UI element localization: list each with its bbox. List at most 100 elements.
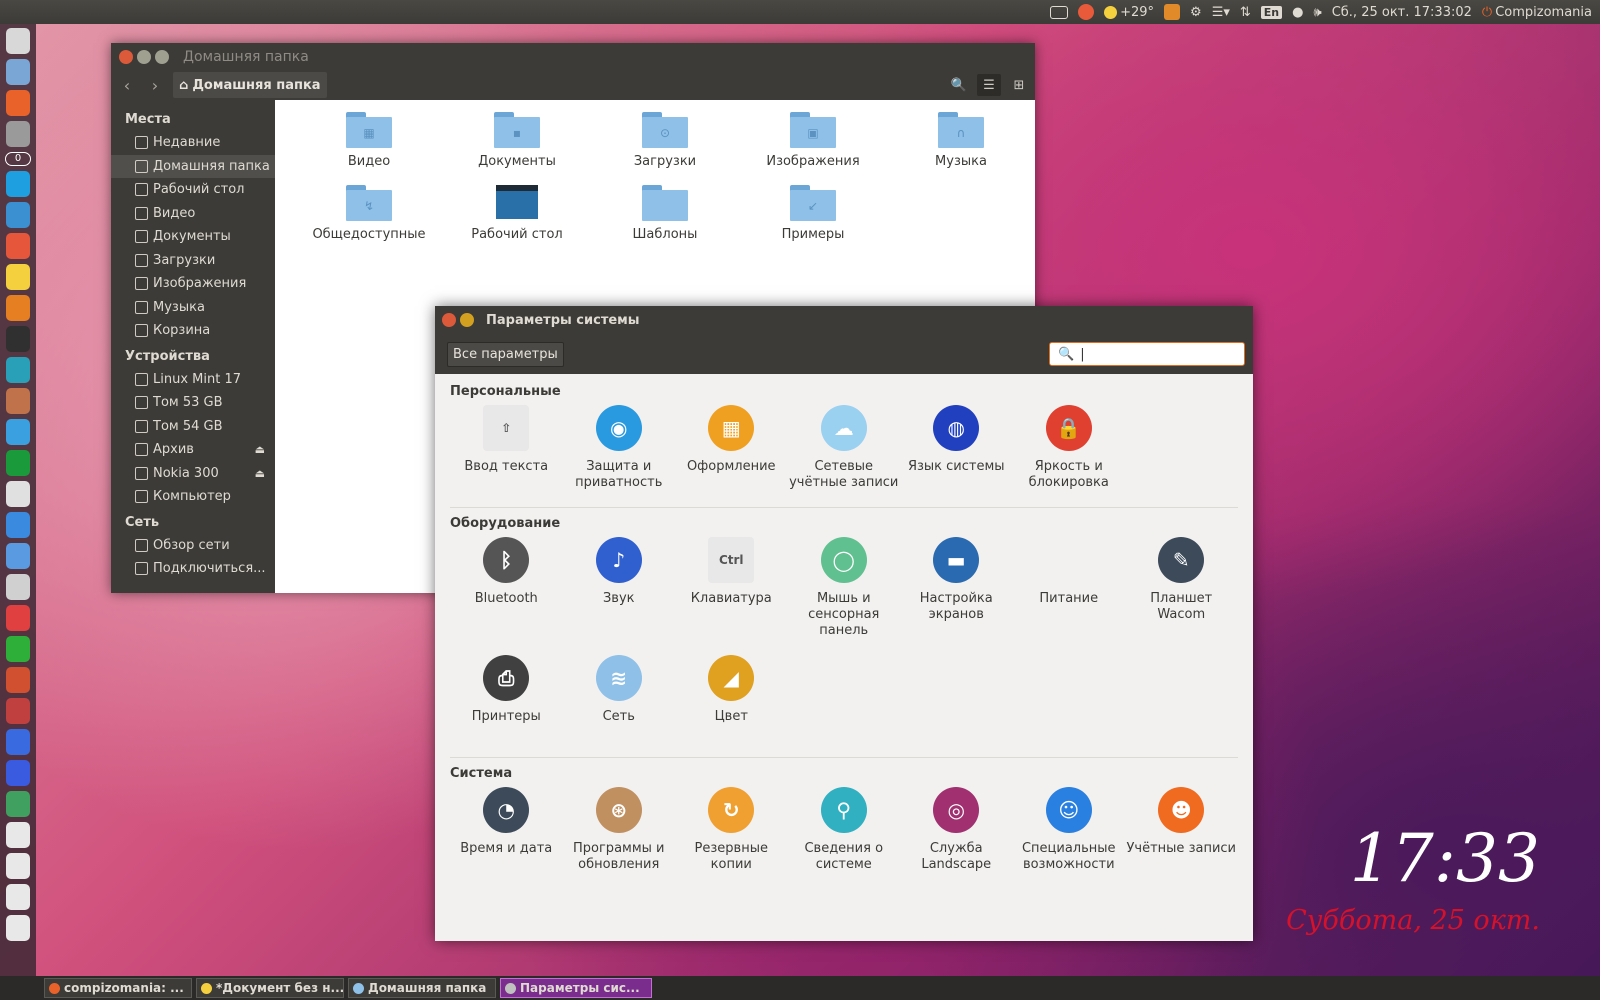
folder-item[interactable]: ∩ Музыка <box>887 112 1035 185</box>
settings-item[interactable]: ◯ Мышь и сенсорная панель <box>788 531 901 649</box>
eject-icon[interactable]: ⏏ <box>255 467 265 480</box>
launcher-app-icon[interactable] <box>6 171 30 197</box>
launcher-app-icon[interactable] <box>6 481 30 507</box>
indicator-language[interactable]: En <box>1260 5 1283 19</box>
indicator-menu[interactable]: ☰▾ <box>1212 5 1230 20</box>
launcher-app-icon[interactable] <box>6 884 30 910</box>
settings-item[interactable]: ⊛ Программы и обновления <box>563 781 676 877</box>
minimize-button[interactable] <box>460 313 474 327</box>
sidebar-item[interactable]: Документы <box>111 225 275 249</box>
folder-item[interactable]: ⊙ Загрузки <box>591 112 739 185</box>
launcher-app-icon[interactable] <box>6 636 30 662</box>
settings-item[interactable]: ⚲ Сведения о системе <box>788 781 901 877</box>
sidebar-item[interactable]: Музыка <box>111 296 275 320</box>
breadcrumb-home[interactable]: ⌂ Домашняя папка <box>173 72 327 98</box>
settings-item[interactable]: 🔒 Яркость и блокировка <box>1013 399 1126 495</box>
minimize-button[interactable] <box>137 49 151 64</box>
settings-item[interactable]: ◉ Защита и приватность <box>563 399 676 495</box>
settings-item[interactable]: ◢ Цвет <box>675 649 788 745</box>
folder-item[interactable]: ▦ Видео <box>295 112 443 185</box>
launcher-app-icon[interactable] <box>6 574 30 600</box>
settings-titlebar[interactable]: Параметры системы <box>435 306 1253 334</box>
launcher-app-icon[interactable] <box>6 605 30 631</box>
sidebar-item[interactable]: Домашняя папка <box>111 154 275 178</box>
launcher-app-icon[interactable] <box>6 512 30 538</box>
sidebar-item[interactable]: Корзина <box>111 319 275 343</box>
settings-item[interactable]: Ctrl Клавиатура <box>675 531 788 649</box>
settings-item[interactable]: ▬ Настройка экранов <box>900 531 1013 649</box>
launcher-app-icon[interactable] <box>6 729 30 755</box>
settings-item[interactable]: ≋ Сеть <box>563 649 676 745</box>
launcher-app-icon[interactable] <box>6 28 30 54</box>
sidebar-item[interactable]: Архив ⏏ <box>111 438 275 462</box>
launcher-app-icon[interactable] <box>6 295 30 321</box>
taskbar-window-button[interactable]: *Документ без н... <box>196 978 344 998</box>
taskbar-window-button[interactable]: compizomania: ... <box>44 978 192 998</box>
launcher-app-icon[interactable] <box>6 760 30 786</box>
launcher-app-icon[interactable] <box>6 822 30 848</box>
indicator-keyboard-gear[interactable]: ⚙ <box>1190 5 1202 20</box>
folder-item[interactable]: Шаблоны <box>591 185 739 258</box>
settings-item[interactable]: ☁ Сетевые учётные записи <box>788 399 901 495</box>
launcher-app-icon[interactable] <box>6 326 30 352</box>
launcher-app-icon[interactable] <box>6 791 30 817</box>
settings-item[interactable]: ⇧ Ввод текста <box>450 399 563 495</box>
launcher-app-icon[interactable] <box>6 667 30 693</box>
forward-button[interactable]: › <box>145 76 165 95</box>
settings-item[interactable]: ⎙ Принтеры <box>450 649 563 745</box>
launcher-app-icon[interactable] <box>6 853 30 879</box>
settings-item[interactable]: ✎ Планшет Wacom <box>1125 531 1238 649</box>
settings-item[interactable]: ◔ Время и дата <box>450 781 563 877</box>
sidebar-item[interactable]: Linux Mint 17 <box>111 368 275 392</box>
sidebar-item[interactable]: Рабочий стол <box>111 178 275 202</box>
search-button[interactable]: 🔍 <box>947 74 971 96</box>
launcher-app-icon[interactable] <box>6 388 30 414</box>
indicator-screenshot[interactable] <box>1050 5 1069 19</box>
launcher-app-icon[interactable] <box>6 357 30 383</box>
indicator-weather[interactable]: +29° <box>1104 5 1154 20</box>
folder-item[interactable]: ↯ Общедоступные <box>295 185 443 258</box>
sidebar-item[interactable]: Том 53 GB <box>111 391 275 415</box>
sidebar-item[interactable]: Том 54 GB <box>111 415 275 439</box>
settings-item[interactable]: ◎ Служба Landscape <box>900 781 1013 877</box>
close-button[interactable] <box>119 49 133 64</box>
launcher-app-icon[interactable] <box>6 233 30 259</box>
launcher-app-icon[interactable] <box>6 419 30 445</box>
sidebar-item[interactable]: Компьютер <box>111 485 275 509</box>
launcher-app-icon[interactable] <box>6 121 30 147</box>
folder-item[interactable]: ▣ Изображения <box>739 112 887 185</box>
sidebar-item[interactable]: Подключиться... <box>111 557 275 581</box>
settings-item[interactable]: ☻ Учётные записи <box>1125 781 1238 877</box>
launcher-app-icon[interactable] <box>6 543 30 569</box>
settings-item[interactable]: Питание <box>1013 531 1126 649</box>
file-manager-titlebar[interactable]: Домашняя папка <box>111 43 1035 70</box>
taskbar-window-button[interactable]: Параметры сис... <box>500 978 652 998</box>
launcher-app-icon[interactable] <box>6 450 30 476</box>
sidebar-item[interactable]: Обзор сети <box>111 534 275 558</box>
sidebar-item[interactable]: Загрузки <box>111 249 275 273</box>
settings-item[interactable]: ☺ Специальные возможности <box>1013 781 1126 877</box>
back-button[interactable]: ‹ <box>117 76 137 95</box>
close-button[interactable] <box>442 313 456 327</box>
launcher-app-icon[interactable] <box>6 915 30 941</box>
indicator-messages[interactable]: ● <box>1292 5 1303 20</box>
settings-item[interactable]: ↻ Резервные копии <box>675 781 788 877</box>
indicator-sound[interactable]: 🕪 <box>1314 5 1322 20</box>
settings-item[interactable]: ᛒ Bluetooth <box>450 531 563 649</box>
launcher-app-icon[interactable] <box>6 90 30 116</box>
indicator-sysmonitor[interactable] <box>1164 4 1181 20</box>
workspace-badge[interactable]: 0 <box>5 152 31 166</box>
launcher-app-icon[interactable] <box>6 698 30 724</box>
launcher-app-icon[interactable] <box>6 202 30 228</box>
indicator-weather-app[interactable] <box>1078 4 1095 20</box>
sidebar-item[interactable]: Видео <box>111 202 275 226</box>
settings-item[interactable]: ♪ Звук <box>563 531 676 649</box>
maximize-button[interactable] <box>155 49 169 64</box>
sidebar-item[interactable]: Недавние <box>111 131 275 155</box>
grid-view-button[interactable]: ⊞ <box>1007 74 1031 96</box>
list-view-button[interactable]: ☰ <box>977 74 1001 96</box>
search-field[interactable]: 🔍 | <box>1049 342 1245 366</box>
launcher-app-icon[interactable] <box>6 59 30 85</box>
indicator-session[interactable]: ⏻ Compizomania <box>1482 5 1592 20</box>
indicator-datetime[interactable]: Сб., 25 окт. 17:33:02 <box>1332 5 1472 20</box>
